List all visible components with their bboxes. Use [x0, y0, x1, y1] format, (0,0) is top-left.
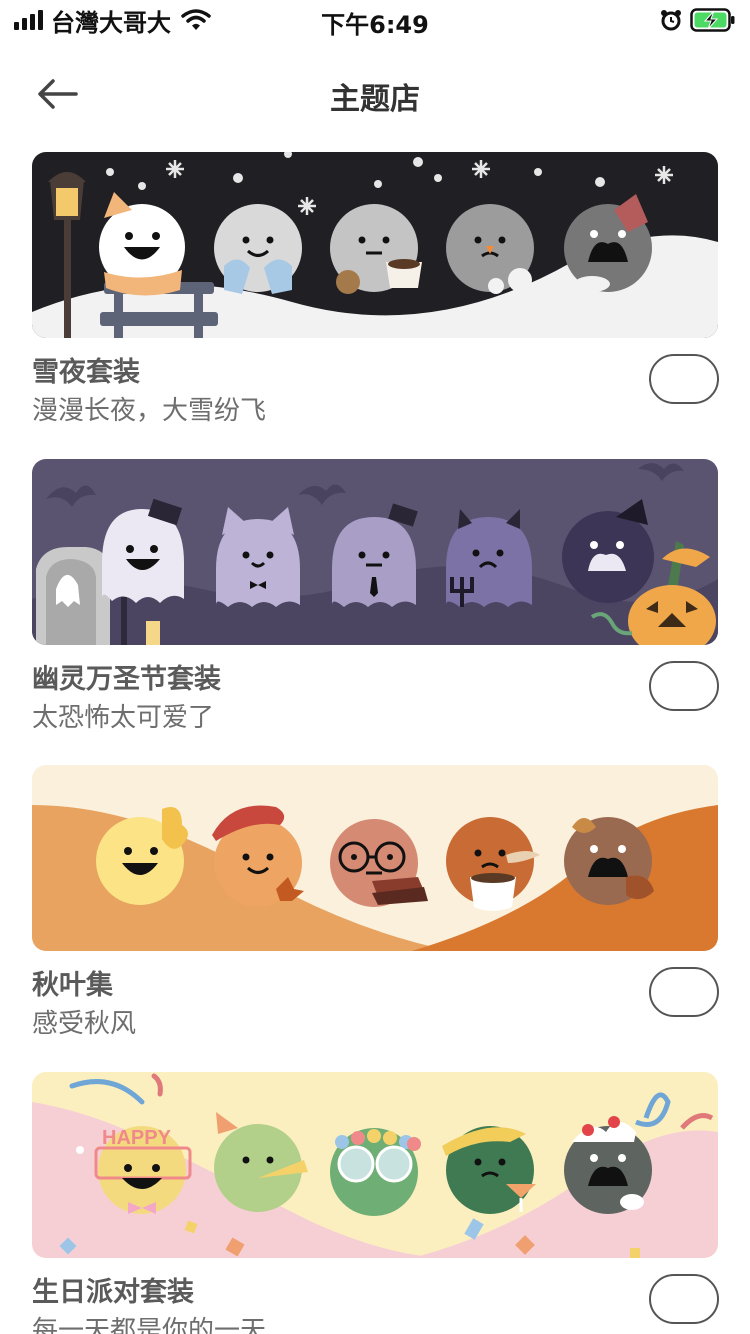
alarm-icon [661, 10, 681, 31]
theme-banner-birthday[interactable]: HAPPY [32, 1072, 718, 1258]
theme-select-toggle[interactable] [649, 354, 719, 404]
theme-card-birthday: HAPPY 生日派对套装 每一天都是你的一天 [32, 1072, 719, 1334]
autumn-illustration [32, 765, 718, 951]
theme-description: 感受秋风 [32, 1009, 137, 1039]
theme-card-halloween: 幽灵万圣节套装 太恐怖太可爱了 [32, 459, 719, 733]
snow-night-illustration [32, 152, 718, 338]
theme-name: 雪夜套装 [32, 357, 140, 388]
theme-name: 秋叶集 [32, 970, 113, 1001]
theme-select-toggle[interactable] [649, 661, 719, 711]
theme-description: 每一天都是你的一天 [32, 1316, 267, 1334]
status-bar: 台灣大哥大 下午6:49 [0, 0, 750, 40]
theme-description: 漫漫长夜，大雪纷飞 [32, 396, 267, 426]
battery-charging-icon [690, 8, 735, 32]
theme-banner-autumn[interactable] [32, 765, 718, 951]
status-right [660, 6, 736, 34]
happy-hat-text: HAPPY [102, 1127, 172, 1149]
theme-banner-snow-night[interactable] [32, 152, 718, 338]
theme-name: 生日派对套装 [32, 1277, 194, 1308]
theme-description: 太恐怖太可爱了 [32, 703, 215, 733]
page-title: 主题店 [330, 82, 420, 117]
theme-name: 幽灵万圣节套装 [32, 664, 221, 695]
birthday-illustration: HAPPY [32, 1072, 718, 1258]
status-time: 下午6:49 [321, 11, 429, 39]
halloween-illustration [32, 459, 718, 645]
theme-select-toggle[interactable] [649, 967, 719, 1017]
theme-card-autumn: 秋叶集 感受秋风 [32, 765, 719, 1039]
theme-card-snow-night: 雪夜套装 漫漫长夜，大雪纷飞 [32, 152, 719, 426]
theme-banner-halloween[interactable] [32, 459, 718, 645]
theme-select-toggle[interactable] [649, 1274, 719, 1324]
nav-bar: 主题店 [0, 60, 750, 126]
